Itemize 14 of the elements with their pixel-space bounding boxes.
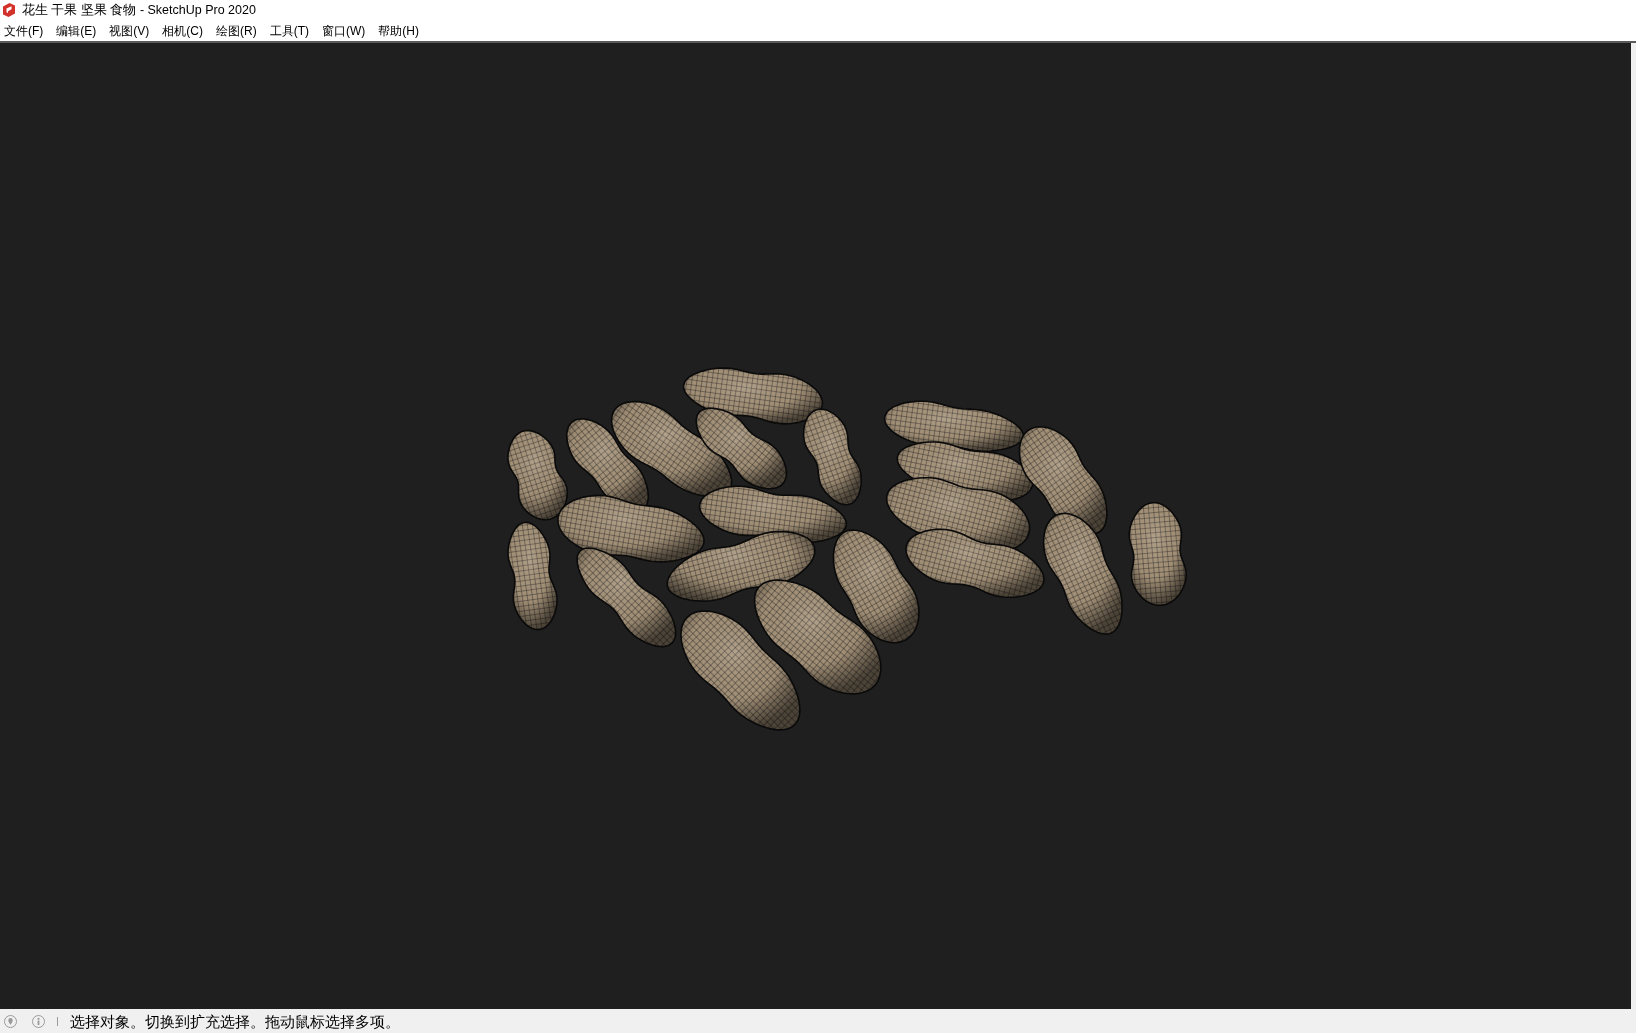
menu-item[interactable]: 视图(V) — [109, 22, 150, 39]
menu-item[interactable]: 工具(T) — [269, 22, 309, 39]
viewport-canvas[interactable] — [0, 43, 1631, 1009]
location-pin-icon[interactable] — [4, 1014, 17, 1028]
app-icon — [3, 3, 15, 17]
info-circle-icon[interactable] — [32, 1014, 45, 1028]
menu-item[interactable]: 绘图(R) — [216, 22, 257, 39]
window-title: 花生 干果 坚果 食物 - SketchUp Pro 2020 — [22, 3, 256, 17]
menu-item[interactable]: 帮助(H) — [378, 22, 419, 39]
menu-item[interactable]: 窗口(W) — [322, 22, 366, 39]
menu-item[interactable]: 文件(F) — [4, 22, 44, 39]
menu-item[interactable]: 编辑(E) — [56, 22, 97, 39]
menu-item[interactable]: 相机(C) — [162, 22, 203, 39]
status-message: 选择对象。切换到扩充选择。拖动鼠标选择多项。 — [70, 1013, 400, 1029]
